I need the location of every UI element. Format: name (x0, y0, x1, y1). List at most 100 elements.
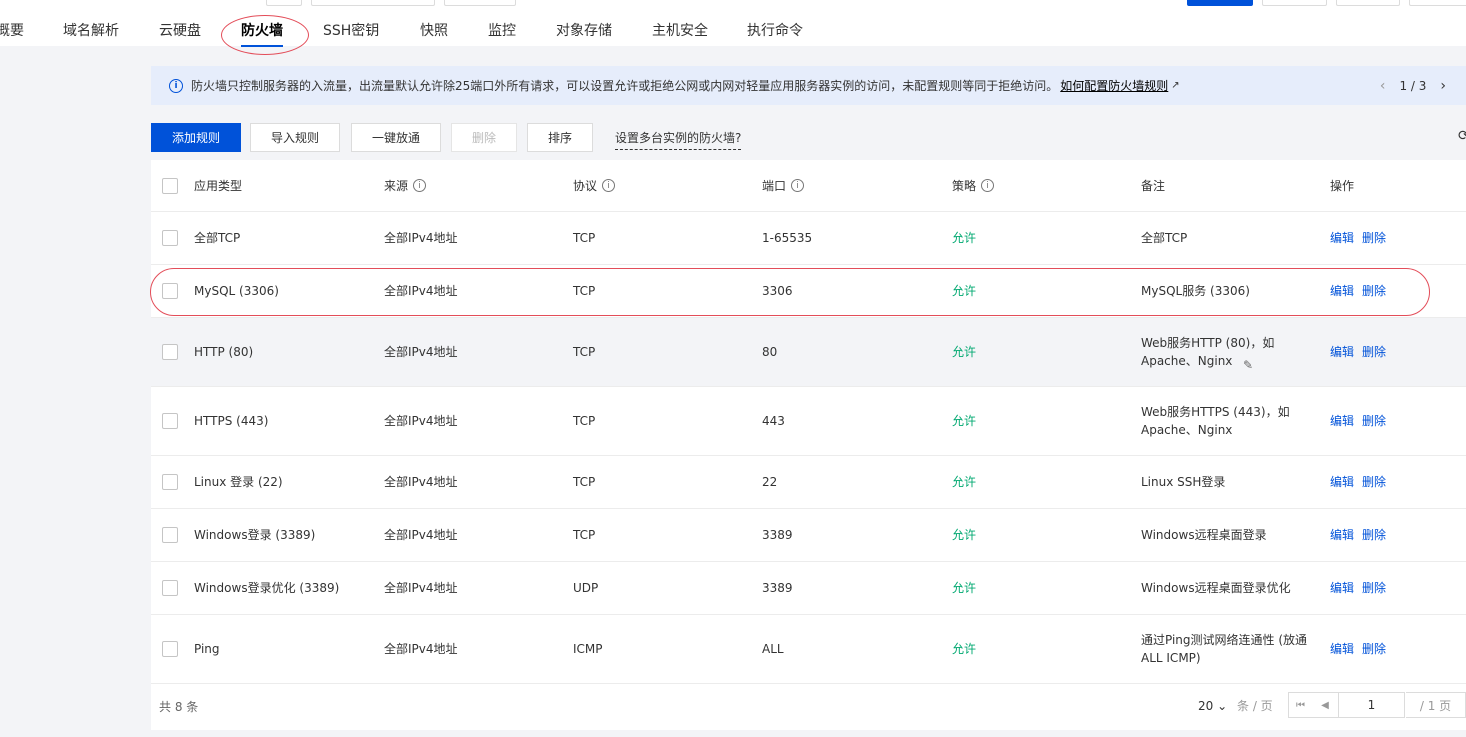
edit-link[interactable]: 编辑 (1330, 412, 1354, 430)
cell-note: 通过Ping测试网络连通性 (放通ALL ICMP) (1141, 633, 1308, 665)
row-checkbox[interactable] (162, 580, 178, 596)
cell-note: 全部TCP (1141, 231, 1188, 245)
help-icon[interactable]: i (413, 179, 427, 192)
cell-port: 443 (762, 414, 785, 428)
top-button-fragment[interactable] (1336, 0, 1400, 6)
chevron-right-icon[interactable]: › (1440, 78, 1446, 94)
cell-type: MySQL (3306) (194, 284, 279, 298)
notice-help-link[interactable]: 如何配置防火墙规则 (1060, 77, 1168, 94)
delete-link[interactable]: 删除 (1362, 282, 1386, 300)
edit-link[interactable]: 编辑 (1330, 526, 1354, 544)
edit-link[interactable]: 编辑 (1330, 343, 1354, 361)
note-text: Web服务HTTP (80)，如Apache、Nginx (1141, 336, 1275, 368)
refresh-icon[interactable]: ⟳ (1458, 128, 1466, 144)
header-type: 应用类型 (194, 178, 243, 193)
tab-snapshot[interactable]: 快照 (420, 0, 448, 46)
help-icon[interactable]: i (981, 179, 995, 192)
active-tab-indicator (241, 45, 283, 47)
cell-actions: 编辑 删除 (1330, 387, 1394, 455)
edit-link[interactable]: 编辑 (1330, 282, 1354, 300)
sort-button[interactable]: 排序 (527, 123, 593, 152)
cell-note: Web服务HTTPS (443)，如Apache、Nginx (1141, 405, 1290, 437)
chevron-down-icon: ⌄ (1217, 699, 1228, 713)
table-row: Windows登录 (3389) 全部IPv4地址 TCP 3389 允许 Wi… (151, 509, 1466, 562)
edit-link[interactable]: 编辑 (1330, 229, 1354, 247)
delete-link[interactable]: 删除 (1362, 229, 1386, 247)
cell-type: Linux 登录 (22) (194, 475, 283, 489)
help-icon[interactable]: i (791, 179, 805, 192)
pencil-edit-icon[interactable]: ✎ (1243, 358, 1253, 372)
delete-link[interactable]: 删除 (1362, 412, 1386, 430)
import-rule-button[interactable]: 导入规则 (250, 123, 340, 152)
one-click-open-button[interactable]: 一键放通 (351, 123, 441, 152)
delete-link[interactable]: 删除 (1362, 473, 1386, 491)
cell-actions: 编辑 删除 (1330, 615, 1394, 683)
first-page-icon[interactable]: ⏮ (1288, 692, 1313, 718)
row-checkbox[interactable] (162, 641, 178, 657)
cell-type: 全部TCP (194, 231, 241, 245)
external-link-icon: ↗ (1171, 80, 1180, 91)
delete-link[interactable]: 删除 (1362, 640, 1386, 658)
delete-link[interactable]: 删除 (1362, 579, 1386, 597)
row-checkbox[interactable] (162, 344, 178, 360)
edit-link[interactable]: 编辑 (1330, 640, 1354, 658)
tab-run-command[interactable]: 执行命令 (747, 0, 803, 46)
cell-policy: 允许 (952, 528, 977, 542)
row-checkbox[interactable] (162, 474, 178, 490)
cell-policy: 允许 (952, 284, 977, 298)
row-checkbox[interactable] (162, 413, 178, 429)
total-pages: / 1 页 (1406, 692, 1466, 718)
cell-policy: 允许 (952, 581, 977, 595)
chevron-left-icon[interactable]: ‹ (1380, 78, 1386, 94)
cell-port: 80 (762, 345, 778, 359)
cell-source: 全部IPv4地址 (384, 642, 458, 656)
multi-instance-firewall-link[interactable]: 设置多台实例的防火墙? (615, 129, 742, 150)
header-port: 端口 i (762, 160, 805, 211)
edit-link[interactable]: 编辑 (1330, 579, 1354, 597)
top-button-fragment[interactable] (1262, 0, 1327, 6)
select-all-checkbox[interactable] (162, 178, 178, 194)
prev-page-icon[interactable]: ◀ (1312, 692, 1339, 718)
tab-object-storage[interactable]: 对象存储 (556, 0, 612, 46)
table-row: Ping 全部IPv4地址 ICMP ALL 允许 通过Ping测试网络连通性 … (151, 615, 1466, 684)
cell-type: Windows登录优化 (3389) (194, 581, 340, 595)
cell-protocol: TCP (573, 345, 596, 359)
tab-monitor[interactable]: 监控 (488, 0, 516, 46)
cell-note: Linux SSH登录 (1141, 475, 1226, 489)
page-size-select[interactable]: 20 ⌄ 条 / 页 (1198, 697, 1273, 714)
top-button-fragment[interactable] (1409, 0, 1466, 6)
tab-ssh-key[interactable]: SSH密钥 (323, 0, 379, 46)
notice-banner: i 防火墙只控制服务器的入流量，出流量默认允许除25端口外所有请求，可以设置允许… (151, 66, 1466, 105)
add-rule-button[interactable]: 添加规则 (151, 123, 241, 152)
cell-actions: 编辑 删除 (1330, 562, 1394, 614)
total-count: 共 8 条 (159, 700, 199, 714)
row-checkbox[interactable] (162, 527, 178, 543)
cell-source: 全部IPv4地址 (384, 528, 458, 542)
row-checkbox[interactable] (162, 283, 178, 299)
delete-link[interactable]: 删除 (1362, 343, 1386, 361)
cell-protocol: TCP (573, 528, 596, 542)
table-row: HTTP (80) 全部IPv4地址 TCP 80 允许 Web服务HTTP (… (151, 318, 1466, 387)
delete-button[interactable]: 删除 (451, 123, 517, 152)
cell-note: Windows远程桌面登录 (1141, 528, 1267, 542)
notice-pager: ‹ 1 / 3 › (1380, 66, 1446, 105)
help-icon[interactable]: i (602, 179, 616, 192)
tab-dns[interactable]: 域名解析 (63, 0, 119, 46)
tab-firewall[interactable]: 防火墙 (241, 0, 283, 46)
tab-cloud-disk[interactable]: 云硬盘 (159, 0, 201, 46)
cell-policy: 允许 (952, 231, 977, 245)
top-primary-button-fragment[interactable] (1187, 0, 1253, 6)
cell-source: 全部IPv4地址 (384, 475, 458, 489)
page-number-input[interactable]: 1 (1338, 692, 1405, 718)
delete-link[interactable]: 删除 (1362, 526, 1386, 544)
cell-policy: 允许 (952, 414, 977, 428)
table-footer: 共 8 条 20 ⌄ 条 / 页 ⏮ ◀ 1 / 1 页 (151, 684, 1466, 730)
cell-type: Windows登录 (3389) (194, 528, 316, 542)
tab-host-security[interactable]: 主机安全 (652, 0, 708, 46)
edit-link[interactable]: 编辑 (1330, 473, 1354, 491)
cell-protocol: ICMP (573, 642, 603, 656)
cell-actions: 编辑 删除 (1330, 509, 1394, 561)
tab-overview[interactable]: 概要 (0, 0, 24, 46)
row-checkbox[interactable] (162, 230, 178, 246)
cell-port: 3389 (762, 581, 793, 595)
